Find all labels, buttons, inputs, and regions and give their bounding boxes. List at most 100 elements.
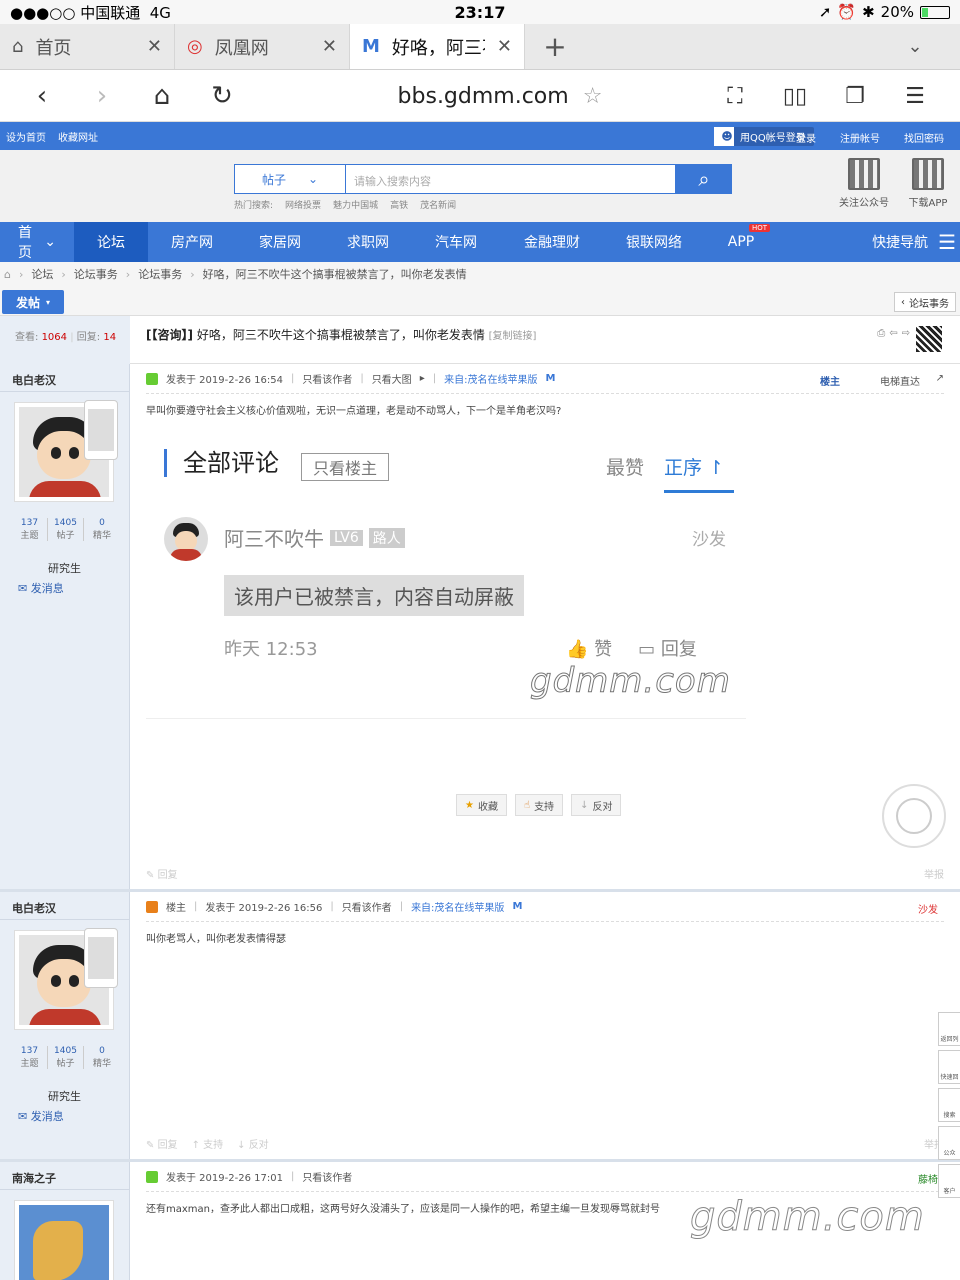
home-icon[interactable]: ⌂	[4, 268, 11, 281]
bookmark-link[interactable]: 收藏网址	[58, 129, 98, 144]
nav-job[interactable]: 求职网	[324, 222, 412, 262]
reply-link[interactable]: ✎ 回复	[146, 866, 178, 881]
username[interactable]: 电白老汉	[0, 892, 129, 920]
back-icon[interactable]: ‹	[12, 70, 72, 122]
site-topbar: 设为首页 收藏网址 ☻ 用QQ帐号登录 登录 注册帐号 找回密码	[0, 122, 960, 150]
only-author-link[interactable]: 只看该作者	[342, 899, 392, 914]
tab-current[interactable]: M好咯，阿三不✕	[350, 24, 525, 69]
search-icon[interactable]: ⌕	[676, 164, 732, 194]
against-link[interactable]: ↓ 反对	[237, 1136, 269, 1151]
avatar[interactable]	[14, 1200, 114, 1280]
support-button[interactable]: ☝ 支持	[514, 794, 564, 816]
url-field[interactable]: bbs.gdmm.com ☆	[380, 70, 620, 122]
search-button[interactable]: 搜索	[938, 1088, 960, 1122]
reply-link[interactable]: ✎ 回复	[146, 1136, 178, 1151]
hot-link[interactable]: 高铁	[390, 198, 408, 211]
reload-icon[interactable]: ↻	[192, 70, 252, 122]
location-icon: ➚	[818, 3, 832, 21]
floor-label: 沙发	[918, 905, 938, 916]
action-row: 发帖 ▾ ‹ 论坛事务	[0, 286, 960, 316]
source-link[interactable]: 来自:茂名在线苹果版	[411, 899, 504, 914]
next-icon[interactable]: ⇨	[902, 328, 910, 339]
close-icon[interactable]: ✕	[147, 36, 162, 57]
back-to-forum-button[interactable]: ‹ 论坛事务	[894, 292, 956, 312]
chevron-down-icon[interactable]: ⌄	[870, 24, 960, 69]
username[interactable]: 南海之子	[0, 1162, 129, 1190]
nav-house[interactable]: 房产网	[148, 222, 236, 262]
report-link[interactable]: 举报	[924, 866, 944, 881]
download-app[interactable]: 下载APP	[898, 158, 958, 209]
scan-icon[interactable]: ⛶	[705, 70, 765, 122]
status-bar: ●●●○○ 中国联通 4G 23:17 ➚ ⏰ ✱ 20%	[0, 0, 960, 24]
forward-icon[interactable]: ›	[72, 70, 132, 122]
username[interactable]: 电白老汉	[0, 364, 129, 392]
carrier: ●●●○○ 中国联通 4G	[10, 3, 171, 22]
qq-icon: ☻	[714, 127, 734, 146]
search-input[interactable]: 请输入搜索内容	[346, 164, 676, 194]
forgot-link[interactable]: 找回密码	[904, 130, 944, 145]
assistive-touch-icon[interactable]	[882, 784, 946, 848]
register-link[interactable]: 注册帐号	[840, 130, 880, 145]
thread-title: [【咨询】] 好咯，阿三不吹牛这个搞事棍被禁言了，叫你老发表情 [复制链接]	[146, 328, 537, 342]
nav-unionpay[interactable]: 银联网络	[604, 222, 704, 262]
nav-car[interactable]: 汽车网	[412, 222, 500, 262]
source-link[interactable]: 来自:茂名在线苹果版	[444, 371, 537, 386]
support-link[interactable]: ↑ 支持	[192, 1136, 224, 1151]
close-icon[interactable]: ✕	[497, 36, 512, 57]
tab-phoenix[interactable]: ◎ 凤凰网 ✕	[175, 24, 350, 69]
hot-link[interactable]: 魅力中国城	[333, 198, 378, 211]
login-link[interactable]: 登录	[796, 130, 816, 145]
tabs-icon[interactable]: ❐	[825, 70, 885, 122]
list-icon: ☰	[938, 230, 956, 254]
close-icon[interactable]: ✕	[322, 36, 337, 57]
tab-home[interactable]: ⌂ 首页 ✕	[0, 24, 175, 69]
embedded-screenshot: 全部评论 只看楼主 最赞 正序 ↾ 阿三不吹牛 LV6 路人 沙发 该用户已被禁言，…	[146, 439, 746, 719]
crumb[interactable]: 论坛事务	[138, 266, 182, 282]
thread-header: 查看: 1064 | 回复: 14 [【咨询】] 好咯，阿三不吹牛这个搞事棍被禁…	[0, 316, 960, 364]
post-meta: 发表于 2019-2-26 16:54 | 只看该作者 | 只看大图 ▸ | 来自:茂名…	[146, 364, 944, 394]
big-image-link[interactable]: 只看大图	[372, 371, 412, 386]
send-message-link[interactable]: ✉ 发消息	[18, 580, 64, 596]
hot-link[interactable]: 茂名新闻	[420, 198, 456, 211]
nav-home-deco[interactable]: 家居网	[236, 222, 324, 262]
crumb[interactable]: 论坛事务	[74, 266, 118, 282]
star-icon[interactable]: ☆	[583, 84, 603, 109]
against-button[interactable]: ↓ 反对	[571, 794, 622, 816]
nav-finance[interactable]: 金融理财	[500, 222, 604, 262]
new-tab-button[interactable]: +	[525, 24, 585, 69]
user-counts: 137 主题 1405 帖子 0 精华	[12, 518, 120, 541]
elevator-link[interactable]: 电梯直达	[880, 373, 920, 388]
star-icon: ★	[465, 799, 474, 811]
set-home-link[interactable]: 设为首页	[6, 129, 46, 144]
nav-home[interactable]: 首页 ⌄	[0, 222, 74, 262]
shot-time: 昨天 12:53	[224, 639, 318, 660]
online-icon	[146, 1170, 158, 1183]
home-icon: ⌂	[12, 36, 24, 57]
back-to-list-button[interactable]: 返回列	[938, 1012, 960, 1046]
favorite-button[interactable]: ★ 收藏	[456, 794, 507, 816]
follow-wechat[interactable]: 关注公众号	[834, 158, 894, 209]
prev-icon[interactable]: ⇦	[889, 328, 897, 339]
jump-icon[interactable]: ↗	[936, 373, 944, 384]
new-post-button[interactable]: 发帖 ▾	[2, 290, 64, 314]
nav-forum[interactable]: 论坛	[74, 222, 148, 262]
hot-link[interactable]: 网络投票	[285, 198, 321, 211]
thread-stats: 查看: 1064 | 回复: 14	[0, 316, 130, 364]
only-author-link[interactable]: 只看该作者	[302, 371, 352, 386]
shot-sofa: 沙发	[692, 530, 726, 550]
quick-reply-button[interactable]: 快速回	[938, 1050, 960, 1084]
menu-icon[interactable]: ☰	[885, 70, 945, 122]
print-icon[interactable]: ⎙	[877, 328, 885, 339]
gdmm-icon: M	[362, 36, 380, 57]
book-icon[interactable]: ▯▯	[765, 70, 825, 122]
hot-searches: 热门搜索: 网络投票 魅力中国城 高铁 茂名新闻	[234, 198, 456, 211]
home-icon[interactable]: ⌂	[132, 70, 192, 122]
quick-nav[interactable]: 快捷导航 ☰	[872, 222, 956, 262]
copy-link[interactable]: [复制链接]	[489, 331, 537, 342]
only-author-link[interactable]: 只看该作者	[302, 1169, 352, 1184]
search-scope-select[interactable]: 帖子 ⌄	[234, 164, 346, 194]
send-message-link[interactable]: ✉ 发消息	[18, 1108, 64, 1124]
crumb[interactable]: 论坛	[31, 266, 53, 282]
wechat-button[interactable]: 公众	[938, 1126, 960, 1160]
client-button[interactable]: 客户	[938, 1164, 960, 1198]
